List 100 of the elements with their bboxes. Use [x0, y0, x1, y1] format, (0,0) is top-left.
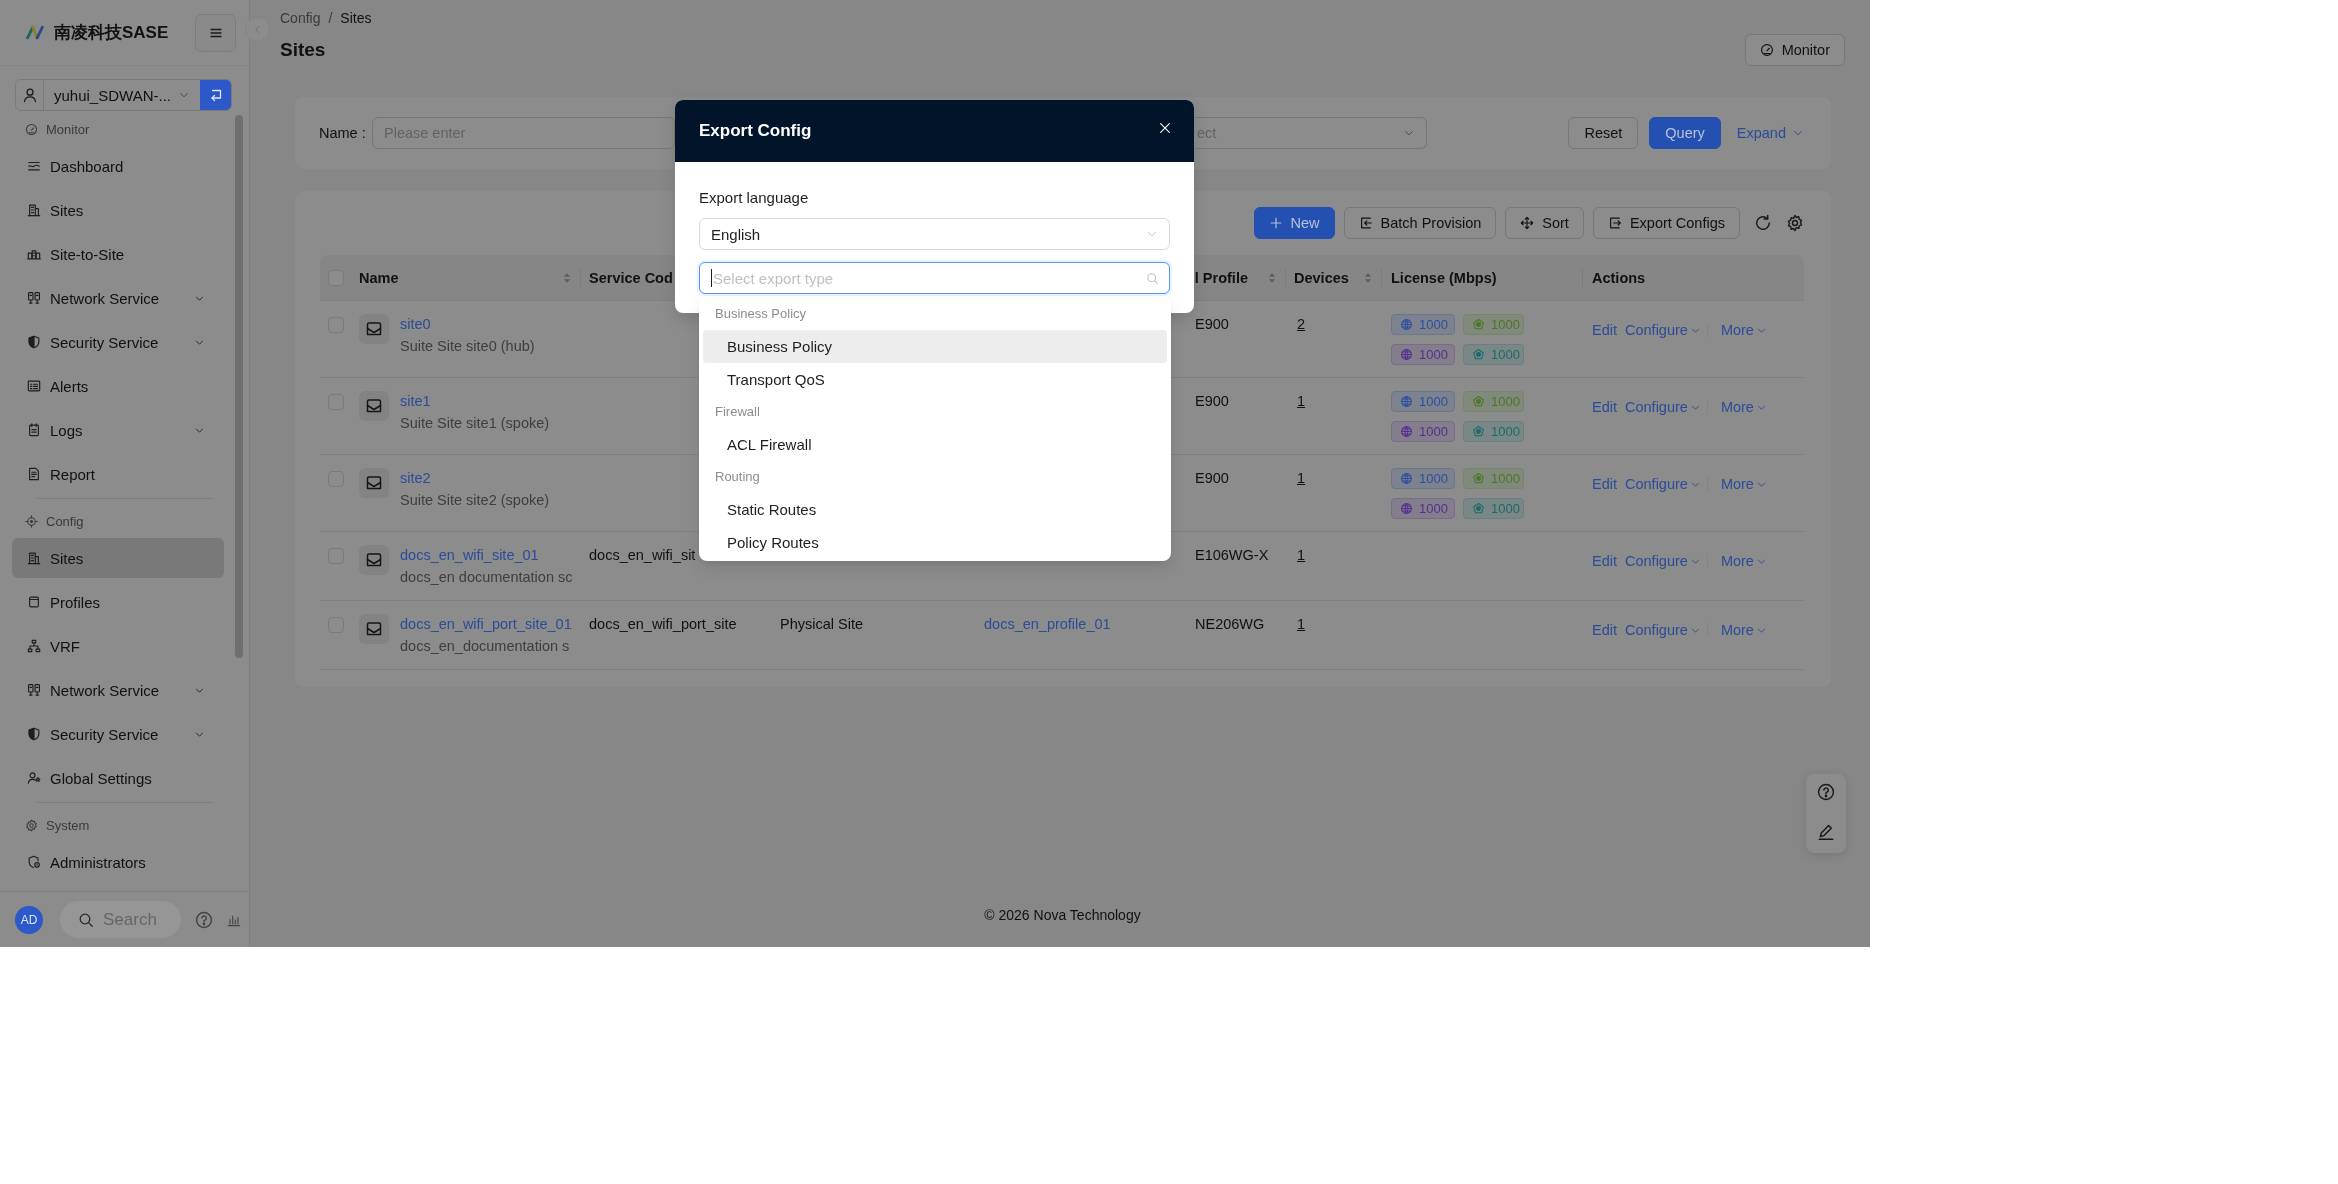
license-value: 1000 [1491, 470, 1520, 488]
device-count-link[interactable]: 1 [1297, 470, 1306, 486]
column-header: l Profile [1194, 269, 1248, 286]
option-group-label: Business Policy [714, 305, 808, 323]
dropdown-option[interactable]: Business Policy [703, 330, 1167, 363]
sidebar-item[interactable]: Security Service [12, 322, 224, 362]
user-star-icon [27, 771, 41, 785]
document-icon [27, 467, 41, 481]
toolbar-button[interactable]: New [1253, 207, 1335, 239]
device-count-link[interactable]: 1 [1297, 547, 1306, 563]
dropdown-option[interactable]: Transport QoS [703, 363, 1167, 396]
help-icon[interactable] [1817, 783, 1835, 801]
table-cell: E900 [1195, 470, 1229, 486]
close-button[interactable] [1157, 120, 1173, 136]
license-value: 1000 [1419, 346, 1448, 364]
site-description: docs_en_documentation s [400, 637, 571, 656]
pentagon-icon [1472, 502, 1485, 515]
scrollbar-thumb[interactable] [235, 115, 243, 658]
globe-icon [1400, 472, 1413, 485]
sidebar-item[interactable]: Network Service [12, 670, 224, 710]
field-label: Export language [699, 188, 810, 208]
search-icon [78, 912, 94, 928]
bar-chart-icon[interactable] [227, 912, 241, 927]
device-count-link[interactable]: 1 [1297, 616, 1306, 632]
sidebar-item[interactable]: Sites [12, 190, 224, 230]
pentagon-icon [1472, 472, 1485, 485]
license-value: 1000 [1491, 346, 1520, 364]
avatar[interactable]: AD [15, 905, 43, 934]
device-count-link[interactable]: 1 [1297, 393, 1306, 409]
toolbar-button[interactable]: Sort [1505, 207, 1584, 239]
filter-button[interactable]: Reset [1568, 117, 1639, 149]
move-arrows-icon [1520, 216, 1535, 230]
column-header: Actions [1592, 269, 1646, 286]
sidebar-item[interactable]: Global Settings [12, 758, 224, 798]
copyright-text: © 2026 Nova Technology [983, 906, 1142, 925]
box-arrow-icon [1607, 216, 1622, 230]
sidebar-item[interactable]: Alerts [12, 366, 224, 406]
settings-icon[interactable] [1786, 214, 1804, 232]
breadcrumb-link[interactable]: Config [280, 8, 321, 28]
breadcrumb-separator: / [328, 9, 333, 28]
sidebar-item[interactable]: Logs [12, 410, 224, 450]
dialog-title: Export Config [699, 121, 812, 141]
license-value: 1000 [1491, 316, 1520, 334]
table-cell: E900 [1195, 393, 1229, 409]
sidebar-item[interactable]: Site-to-Site [12, 234, 224, 274]
dropdown-option[interactable]: Static Routes [703, 493, 1167, 526]
window-icon [27, 595, 41, 609]
server-pair-icon [27, 291, 41, 305]
sidebar-item[interactable]: Report [12, 454, 224, 494]
tenant-switch-button[interactable] [200, 80, 231, 110]
license-value: 1000 [1491, 393, 1520, 411]
gauge-icon [25, 122, 38, 136]
pencil-icon[interactable] [1817, 823, 1835, 841]
dropdown-option[interactable]: ACL Firewall [703, 428, 1167, 461]
building-icon [27, 551, 41, 565]
list-card-icon [27, 379, 41, 393]
globe-icon [1400, 502, 1413, 515]
notepad-icon [27, 423, 41, 437]
refresh-icon[interactable] [1754, 214, 1772, 232]
toolbar-button[interactable]: Export Configs [1592, 207, 1740, 239]
column-header: Name [359, 269, 399, 286]
menu-button[interactable] [195, 13, 236, 52]
globe-icon [1400, 348, 1413, 361]
column-header: License (Mbps) [1391, 269, 1497, 286]
user-icon [21, 87, 38, 103]
sidebar-item[interactable]: VRF [12, 626, 224, 666]
site-description: Suite Site site2 (spoke) [400, 491, 550, 510]
crosshair-icon [25, 514, 38, 528]
table-cell: docs_en_wifi_sit [589, 547, 696, 563]
sidebar-item[interactable]: Administrators [12, 842, 224, 882]
dropdown-option[interactable]: Policy Routes [703, 526, 1167, 559]
shield-user-icon [27, 855, 41, 869]
column-header: Service Cod [589, 269, 673, 286]
header-button[interactable]: Monitor [1744, 34, 1845, 66]
language-select[interactable]: English [699, 218, 1170, 250]
filter-button[interactable]: Query [1649, 117, 1721, 149]
breadcrumb-current: Sites [340, 9, 372, 28]
brand-name: 南凌科技SASE [54, 22, 169, 44]
shield-icon [27, 335, 41, 349]
sidebar-item[interactable]: Network Service [12, 278, 224, 318]
globe-icon [1400, 395, 1413, 408]
type-search-field[interactable]: Select export type [699, 262, 1170, 294]
device-count-link[interactable]: 2 [1297, 316, 1306, 332]
box-arrow-icon [1358, 216, 1373, 230]
site-description: docs_en documentation sc [400, 568, 573, 587]
license-value: 1000 [1419, 500, 1448, 518]
toolbar-button[interactable]: Batch Provision [1343, 207, 1497, 239]
help-icon[interactable] [195, 910, 213, 929]
globe-icon [1400, 318, 1413, 331]
search-icon [1146, 272, 1159, 285]
sidebar-item[interactable]: Sites [12, 538, 224, 578]
sidebar-item[interactable]: Security Service [12, 714, 224, 754]
sidebar-item[interactable]: Dashboard [12, 146, 224, 186]
option-group-label: Routing [714, 468, 761, 486]
logo-icon [25, 24, 45, 41]
globe-icon [1400, 425, 1413, 438]
tenant-dropdown[interactable]: yuhui_SDWAN-... [44, 80, 200, 110]
sidebar-item[interactable]: Profiles [12, 582, 224, 622]
section-label: Config [46, 513, 84, 529]
inbox-icon [359, 391, 389, 421]
